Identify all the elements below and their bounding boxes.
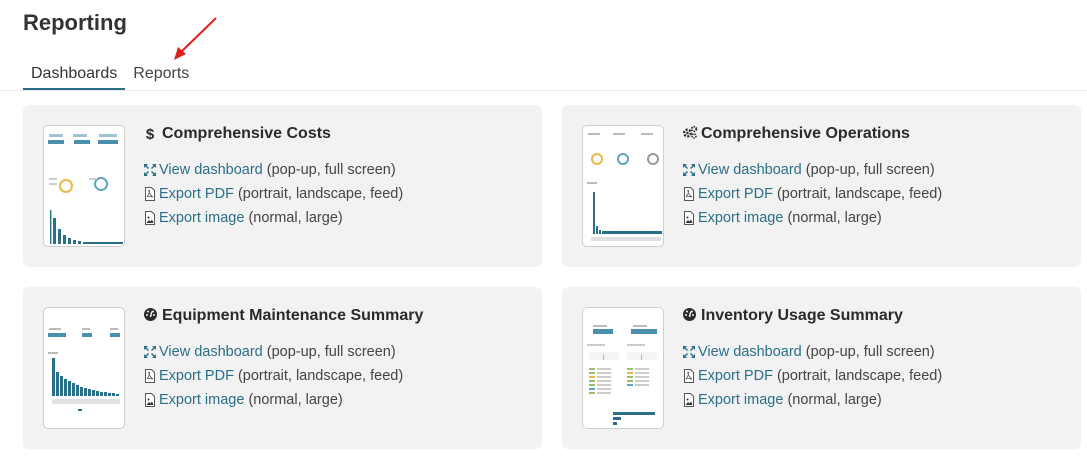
dashboard-gauge-icon <box>143 307 157 325</box>
view-dashboard-options: (pop-up, full screen) <box>805 162 935 178</box>
view-dashboard-link[interactable]: View dashboard <box>698 344 802 360</box>
card-title-text: Comprehensive Costs <box>162 125 331 142</box>
export-pdf-options: (portrait, landscape, feed) <box>237 186 404 202</box>
export-image-row: Export image (normal, large) <box>143 210 343 226</box>
page-title: Reporting <box>23 10 127 35</box>
export-pdf-options: (portrait, landscape, feed) <box>776 186 943 202</box>
image-icon <box>684 211 694 225</box>
export-image-link[interactable]: Export image <box>159 392 244 408</box>
pdf-icon <box>684 187 694 201</box>
image-icon <box>684 393 694 407</box>
view-dashboard-row: View dashboard (pop-up, full screen) <box>682 162 935 178</box>
export-image-row: Export image (normal, large) <box>143 392 343 408</box>
view-dashboard-options: (pop-up, full screen) <box>805 344 935 360</box>
card-title-text: Equipment Maintenance Summary <box>162 307 424 324</box>
tab-bar: Dashboards Reports <box>23 60 197 91</box>
card-title: $ Comprehensive Costs <box>143 125 331 143</box>
tab-divider <box>0 90 1087 91</box>
export-pdf-options: (portrait, landscape, feed) <box>237 368 404 384</box>
dashboard-card-inventory-usage-summary: Inventory Usage Summary View dashboard (… <box>562 287 1081 449</box>
export-image-options: (normal, large) <box>248 392 343 408</box>
export-image-link[interactable]: Export image <box>698 210 783 226</box>
pdf-icon <box>684 369 694 383</box>
dashboard-card-equipment-maintenance-summary: Equipment Maintenance Summary View dashb… <box>23 287 542 449</box>
export-pdf-link[interactable]: Export PDF <box>159 368 234 384</box>
image-icon <box>145 393 155 407</box>
card-title: Comprehensive Operations <box>682 125 910 143</box>
card-title: Equipment Maintenance Summary <box>143 307 423 325</box>
view-dashboard-options: (pop-up, full screen) <box>266 344 396 360</box>
view-dashboard-row: View dashboard (pop-up, full screen) <box>682 344 935 360</box>
export-image-link[interactable]: Export image <box>698 392 783 408</box>
export-pdf-row: Export PDF (portrait, landscape, feed) <box>143 368 403 384</box>
card-title-text: Inventory Usage Summary <box>701 307 903 324</box>
expand-icon <box>683 164 695 176</box>
expand-icon <box>144 346 156 358</box>
export-pdf-row: Export PDF (portrait, landscape, feed) <box>143 186 403 202</box>
export-pdf-row: Export PDF (portrait, landscape, feed) <box>682 186 942 202</box>
card-title-text: Comprehensive Operations <box>701 125 910 142</box>
tab-dashboards[interactable]: Dashboards <box>23 60 126 91</box>
view-dashboard-row: View dashboard (pop-up, full screen) <box>143 344 396 360</box>
dashboard-thumbnail[interactable] <box>582 125 664 247</box>
dashboard-gauge-icon <box>682 307 696 325</box>
card-title: Inventory Usage Summary <box>682 307 903 325</box>
export-image-options: (normal, large) <box>787 392 882 408</box>
image-icon <box>145 211 155 225</box>
expand-icon <box>683 346 695 358</box>
view-dashboard-link[interactable]: View dashboard <box>698 162 802 178</box>
export-image-options: (normal, large) <box>787 210 882 226</box>
dashboard-thumbnail[interactable] <box>582 307 664 429</box>
dashboard-card-comprehensive-costs: $ Comprehensive Costs View dashboard (po… <box>23 105 542 267</box>
export-pdf-link[interactable]: Export PDF <box>159 186 234 202</box>
gears-icon <box>682 125 698 143</box>
dollar-icon: $ <box>145 125 155 143</box>
pdf-icon <box>145 369 155 383</box>
export-pdf-row: Export PDF (portrait, landscape, feed) <box>682 368 942 384</box>
export-image-link[interactable]: Export image <box>159 210 244 226</box>
red-arrow-annotation <box>174 17 217 60</box>
export-pdf-options: (portrait, landscape, feed) <box>776 368 943 384</box>
export-image-row: Export image (normal, large) <box>682 392 882 408</box>
view-dashboard-link[interactable]: View dashboard <box>159 162 263 178</box>
export-image-row: Export image (normal, large) <box>682 210 882 226</box>
view-dashboard-options: (pop-up, full screen) <box>266 162 396 178</box>
view-dashboard-link[interactable]: View dashboard <box>159 344 263 360</box>
dashboard-thumbnail[interactable] <box>43 307 125 429</box>
dashboard-card-comprehensive-operations: Comprehensive Operations View dashboard … <box>562 105 1081 267</box>
export-image-options: (normal, large) <box>248 210 343 226</box>
pdf-icon <box>145 187 155 201</box>
view-dashboard-row: View dashboard (pop-up, full screen) <box>143 162 396 178</box>
export-pdf-link[interactable]: Export PDF <box>698 368 773 384</box>
export-pdf-link[interactable]: Export PDF <box>698 186 773 202</box>
tab-reports[interactable]: Reports <box>125 60 197 91</box>
expand-icon <box>144 164 156 176</box>
dashboard-thumbnail[interactable] <box>43 125 125 247</box>
